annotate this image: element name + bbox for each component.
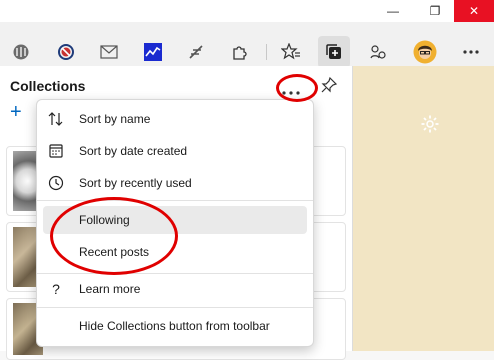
menu-separator	[37, 307, 313, 308]
add-collection-icon[interactable]: +	[10, 102, 22, 122]
sort-icon	[37, 112, 75, 126]
extensions-puzzle-icon[interactable]	[228, 40, 252, 64]
title-bar: — ❐ ✕	[0, 0, 494, 22]
settings-more-icon[interactable]	[459, 40, 483, 64]
menu-item-hide-collections-button[interactable]: Hide Collections button from toolbar	[37, 312, 313, 340]
collections-icon[interactable]	[322, 40, 346, 64]
stacked-extension-icon[interactable]	[184, 40, 208, 64]
annotation-circle-following-recent	[50, 197, 178, 275]
favorites-icon[interactable]	[279, 40, 303, 64]
minimize-button[interactable]: —	[376, 0, 410, 22]
gear-icon[interactable]	[420, 114, 440, 139]
menu-separator	[37, 200, 313, 201]
blocker-extension-icon[interactable]	[54, 40, 78, 64]
close-window-button[interactable]: ✕	[454, 0, 494, 22]
profile-avatar[interactable]	[413, 40, 437, 64]
annotation-circle-more-options	[276, 74, 318, 102]
help-icon: ?	[52, 281, 60, 297]
menu-item-sort-by-date[interactable]: Sort by date created	[37, 137, 313, 165]
menu-item-sort-by-recent[interactable]: Sort by recently used	[37, 169, 313, 197]
extension-globe-icon[interactable]	[9, 40, 33, 64]
panel-title: Collections	[10, 78, 86, 94]
chart-extension-icon[interactable]	[141, 40, 165, 64]
calendar-icon	[37, 144, 75, 158]
restore-button[interactable]: ❐	[418, 0, 452, 22]
mail-extension-icon[interactable]	[97, 40, 121, 64]
menu-item-learn-more[interactable]: ? Learn more	[37, 275, 313, 303]
pin-icon[interactable]	[320, 76, 338, 99]
toolbar-separator	[266, 44, 267, 60]
clock-icon	[37, 175, 75, 191]
share-profile-icon[interactable]	[366, 40, 390, 64]
menu-item-sort-by-name[interactable]: Sort by name	[37, 105, 313, 133]
menu-separator	[37, 273, 313, 274]
page-content-area	[352, 66, 494, 351]
